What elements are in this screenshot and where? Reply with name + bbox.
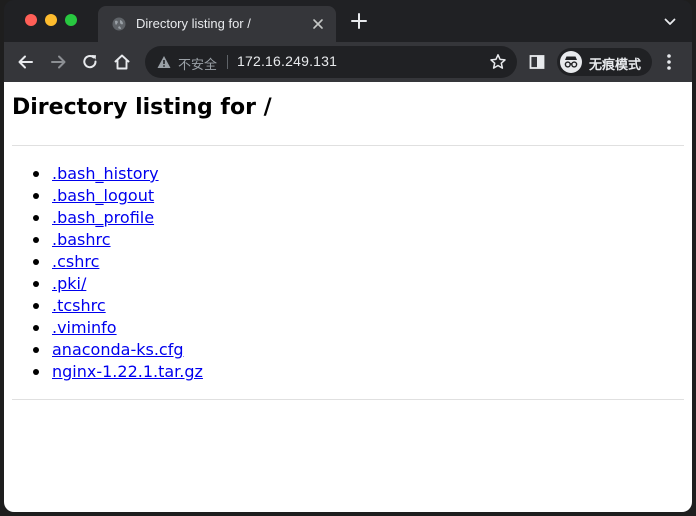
top-divider: [12, 145, 684, 146]
list-item: .bash_logout: [12, 185, 203, 207]
warning-icon[interactable]: [157, 55, 171, 69]
incognito-label: 无痕模式: [589, 57, 642, 72]
list-item: anaconda-ks.cfg: [12, 339, 203, 361]
file-link[interactable]: .bash_profile: [52, 208, 154, 227]
list-item: .tcshrc: [12, 295, 203, 317]
list-item: nginx-1.22.1.tar.gz: [12, 361, 203, 383]
folder-link[interactable]: .pki/: [52, 274, 86, 293]
incognito-indicator[interactable]: 无痕模式: [557, 48, 652, 76]
side-panel-icon[interactable]: [528, 53, 546, 71]
file-link[interactable]: .cshrc: [52, 252, 99, 271]
page-content: Directory listing for / .bash_history .b…: [4, 82, 692, 512]
plus-icon[interactable]: [350, 12, 368, 30]
back-arrow-icon[interactable]: [16, 52, 36, 72]
browser-toolbar: 不安全 172.16.249.131 无痕模式: [4, 42, 692, 82]
tab-title: Directory listing for /: [136, 16, 251, 31]
close-icon[interactable]: [310, 16, 326, 32]
minimize-window-button[interactable]: [45, 14, 57, 26]
home-icon[interactable]: [112, 52, 132, 72]
file-link[interactable]: .viminfo: [52, 318, 117, 337]
url-text[interactable]: 172.16.249.131: [237, 53, 337, 69]
list-item: .viminfo: [12, 317, 203, 339]
reload-icon[interactable]: [80, 52, 100, 72]
star-icon[interactable]: [489, 53, 507, 71]
forward-arrow-icon[interactable]: [48, 52, 68, 72]
close-window-button[interactable]: [25, 14, 37, 26]
file-link[interactable]: .bash_logout: [52, 186, 154, 205]
browser-window: Directory listing for / 不安全 172.16.249.1…: [4, 0, 692, 512]
incognito-icon: [560, 51, 582, 73]
list-item: .bash_history: [12, 163, 203, 185]
kebab-menu-icon[interactable]: [665, 53, 673, 71]
globe-icon: [112, 17, 126, 31]
security-status[interactable]: 不安全: [178, 54, 217, 73]
chevron-down-icon[interactable]: [664, 16, 676, 28]
list-item: .pki/: [12, 273, 203, 295]
file-link[interactable]: anaconda-ks.cfg: [52, 340, 183, 359]
file-link[interactable]: .tcshrc: [52, 296, 106, 315]
file-link[interactable]: .bashrc: [52, 230, 111, 249]
list-item: .bashrc: [12, 229, 203, 251]
file-link[interactable]: nginx-1.22.1.tar.gz: [52, 362, 203, 381]
list-item: .bash_profile: [12, 207, 203, 229]
page-title: Directory listing for /: [12, 95, 272, 120]
address-bar[interactable]: 不安全 172.16.249.131: [145, 46, 517, 78]
bottom-divider: [12, 399, 684, 400]
file-list: .bash_history .bash_logout .bash_profile…: [12, 163, 203, 383]
tab-directory-listing[interactable]: Directory listing for /: [98, 6, 336, 42]
address-divider: [227, 55, 228, 69]
file-link[interactable]: .bash_history: [52, 164, 159, 183]
tab-strip: Directory listing for /: [4, 0, 692, 42]
list-item: .cshrc: [12, 251, 203, 273]
maximize-window-button[interactable]: [65, 14, 77, 26]
